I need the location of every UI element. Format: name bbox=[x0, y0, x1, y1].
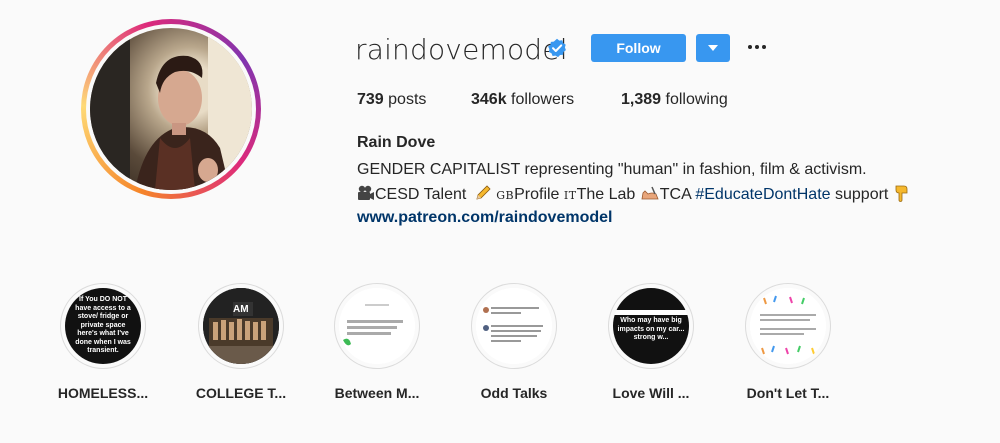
highlight-cover: Who may have big impacts on my car... st… bbox=[613, 288, 689, 364]
following-number: 1,389 bbox=[621, 91, 662, 108]
posts-label: posts bbox=[388, 91, 427, 108]
ellipsis-icon bbox=[748, 45, 766, 49]
highlight-ring: AM bbox=[198, 283, 284, 369]
followers-link[interactable]: 346k followers bbox=[471, 91, 574, 109]
highlight-label: HOMELESS... bbox=[57, 385, 149, 401]
highlight-ring bbox=[334, 283, 420, 369]
highlight-ring: Who may have big impacts on my car... st… bbox=[608, 283, 694, 369]
it-prefix: IT bbox=[563, 189, 577, 202]
highlight-cover-text: Who may have big impacts on my car... st… bbox=[613, 315, 689, 345]
highlight-ring bbox=[471, 283, 557, 369]
following-label: following bbox=[665, 91, 728, 108]
tca-text: TCA bbox=[659, 186, 691, 203]
highlight-cover bbox=[339, 288, 415, 364]
pointing-down-icon bbox=[895, 185, 908, 202]
highlight-cover-comments bbox=[476, 288, 552, 364]
highlight-label: Don't Let T... bbox=[746, 385, 830, 401]
gb-prefix: GB bbox=[496, 189, 515, 202]
posts-count: 739 posts bbox=[357, 91, 426, 109]
caret-down-icon bbox=[708, 45, 718, 51]
highlight-label: Odd Talks bbox=[480, 385, 548, 401]
highlight-cover-collage bbox=[750, 288, 826, 364]
story-highlight[interactable]: Who may have big impacts on my car... st… bbox=[596, 283, 706, 401]
writing-hand-icon bbox=[641, 186, 659, 200]
highlight-ring bbox=[745, 283, 831, 369]
username: raindovemodel bbox=[355, 33, 568, 66]
gb-text: Profile bbox=[514, 186, 560, 203]
highlight-cover-photo bbox=[203, 288, 279, 364]
external-link[interactable]: www.patreon.com/raindovemodel bbox=[357, 209, 612, 227]
support-text: support bbox=[835, 186, 889, 203]
highlight-cover-band bbox=[613, 288, 689, 310]
followers-number: 346k bbox=[471, 91, 507, 108]
story-highlight[interactable]: If You DO NOT have access to a stove/ fr… bbox=[48, 283, 158, 401]
posts-number: 739 bbox=[357, 91, 384, 108]
bio-line: GENDER CAPITALIST representing "human" i… bbox=[357, 161, 867, 178]
highlight-label: COLLEGE T... bbox=[195, 385, 287, 401]
highlight-cover bbox=[750, 288, 826, 364]
profile-avatar-ring[interactable] bbox=[81, 19, 261, 199]
highlight-cover: If You DO NOT have access to a stove/ fr… bbox=[65, 288, 141, 364]
hashtag-link[interactable]: #EducateDontHate bbox=[695, 186, 830, 203]
suggested-dropdown-button[interactable] bbox=[696, 34, 730, 62]
bio-line: CESD Talent GBProfile ITThe Lab TCA #Edu… bbox=[357, 184, 909, 207]
more-options-button[interactable] bbox=[745, 36, 769, 58]
verified-badge-icon bbox=[548, 38, 566, 58]
follow-button[interactable]: Follow bbox=[591, 34, 686, 62]
highlight-cover bbox=[476, 288, 552, 364]
cesd-text: CESD Talent bbox=[375, 186, 467, 203]
highlight-cover-chat bbox=[339, 288, 415, 364]
avatar-gap bbox=[86, 24, 256, 194]
full-name: Rain Dove bbox=[357, 134, 436, 151]
avatar bbox=[90, 28, 252, 190]
story-highlight[interactable]: Between M... bbox=[322, 283, 432, 401]
highlight-cover-text: If You DO NOT have access to a stove/ fr… bbox=[75, 296, 131, 355]
pencil-icon bbox=[476, 185, 491, 200]
story-highlight[interactable]: AM COLLEGE T... bbox=[186, 283, 296, 401]
story-highlight[interactable]: Odd Talks bbox=[459, 283, 569, 401]
story-highlight[interactable]: Don't Let T... bbox=[733, 283, 843, 401]
it-text: The Lab bbox=[576, 186, 636, 203]
highlight-cover: AM bbox=[203, 288, 279, 364]
highlight-cover-text: AM bbox=[233, 304, 249, 315]
highlight-label: Between M... bbox=[334, 385, 420, 401]
followers-label: followers bbox=[511, 91, 575, 108]
highlight-ring: If You DO NOT have access to a stove/ fr… bbox=[60, 283, 146, 369]
film-camera-icon bbox=[358, 185, 374, 200]
following-link[interactable]: 1,389 following bbox=[621, 91, 728, 109]
avatar-photo bbox=[90, 28, 252, 190]
highlight-label: Love Will ... bbox=[612, 385, 690, 401]
